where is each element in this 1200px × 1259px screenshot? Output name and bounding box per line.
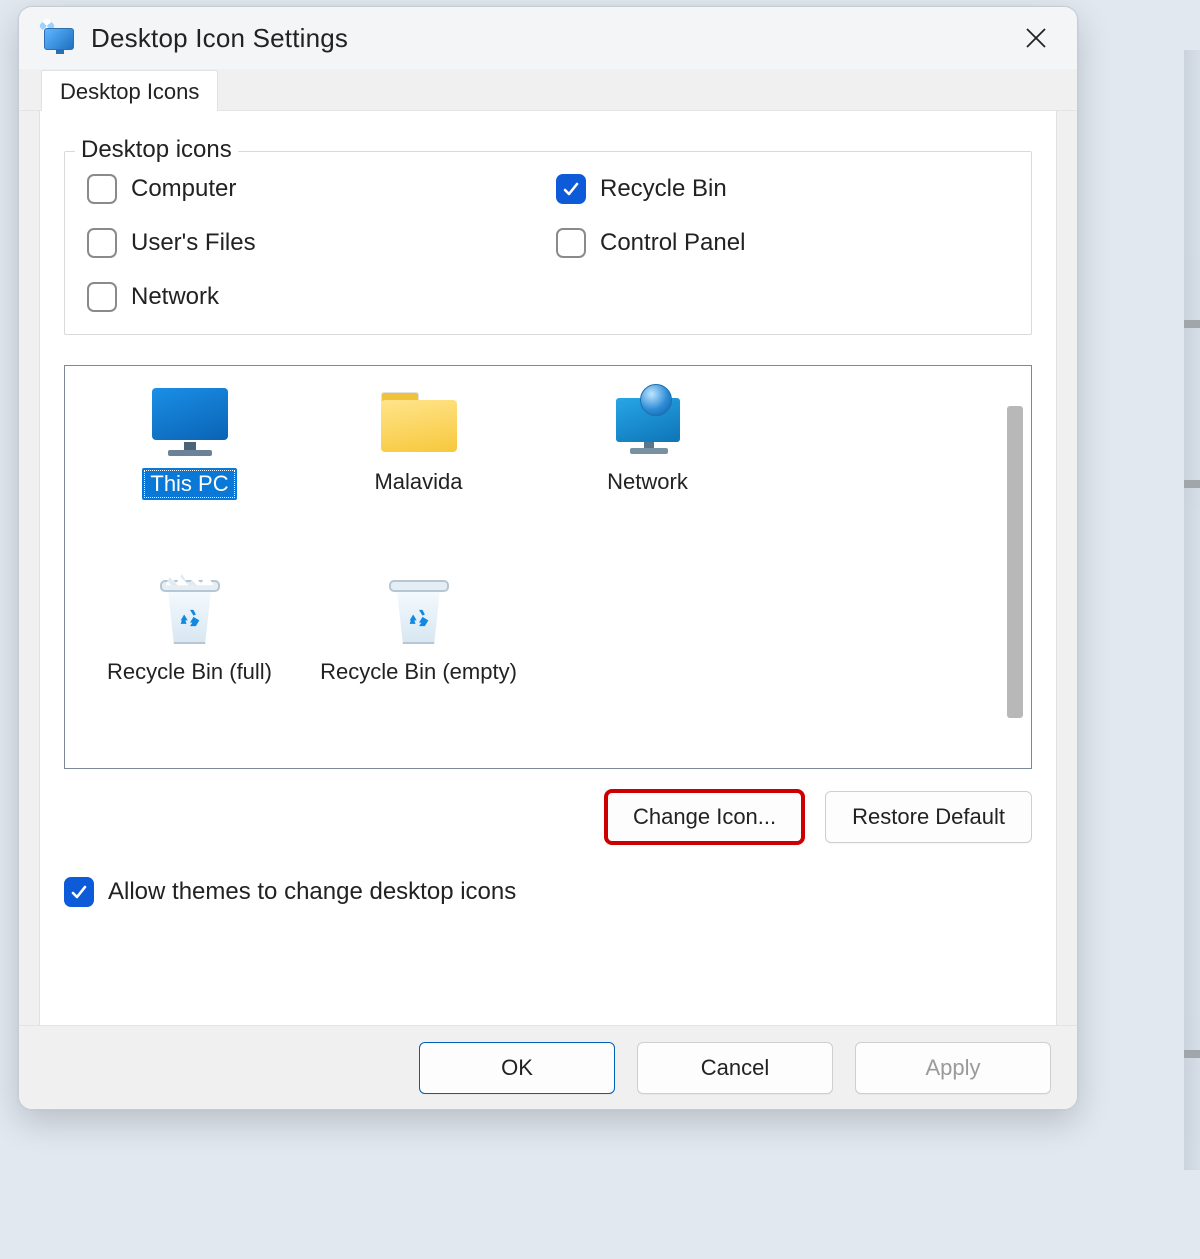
restore-default-button[interactable]: Restore Default bbox=[825, 791, 1032, 843]
icon-list-scrollbar[interactable] bbox=[1007, 406, 1023, 718]
fieldset-legend: Desktop icons bbox=[75, 136, 238, 164]
dialog-button-row: OK Cancel Apply bbox=[19, 1025, 1077, 1109]
icon-list-actions: Change Icon... Restore Default bbox=[64, 791, 1032, 843]
checkbox-allow-themes[interactable]: Allow themes to change desktop icons bbox=[64, 877, 1032, 907]
checkbox-computer[interactable]: Computer bbox=[87, 174, 540, 204]
check-icon bbox=[70, 883, 88, 901]
checkbox-box[interactable] bbox=[556, 228, 586, 258]
dialog-client-area: Desktop Icons Desktop icons Computer bbox=[19, 69, 1077, 1109]
checkbox-control-panel[interactable]: Control Panel bbox=[556, 228, 1009, 258]
checkbox-box[interactable] bbox=[64, 877, 94, 907]
edge-mark bbox=[1184, 1050, 1200, 1058]
close-button[interactable] bbox=[1013, 15, 1059, 61]
window-backdrop-edge bbox=[1184, 50, 1200, 1170]
icon-item-this-pc[interactable]: This PC bbox=[85, 378, 295, 500]
icon-item-user-folder[interactable]: Malavida bbox=[314, 378, 524, 496]
checkbox-label: Recycle Bin bbox=[600, 175, 727, 203]
edge-mark bbox=[1184, 320, 1200, 328]
network-icon bbox=[604, 384, 692, 460]
checkbox-label: User's Files bbox=[131, 229, 256, 257]
icon-item-label: Recycle Bin (empty) bbox=[320, 658, 517, 686]
recycle-bin-empty-icon bbox=[375, 574, 463, 650]
folder-icon bbox=[375, 384, 463, 460]
check-icon bbox=[562, 180, 580, 198]
icon-item-label: Network bbox=[607, 468, 688, 496]
icon-item-label: This PC bbox=[142, 468, 236, 500]
titlebar[interactable]: Desktop Icon Settings bbox=[19, 7, 1077, 69]
desktop-icon-settings-app-icon bbox=[41, 20, 77, 56]
edge-mark bbox=[1184, 480, 1200, 488]
cancel-button[interactable]: Cancel bbox=[637, 1042, 833, 1094]
ok-button[interactable]: OK bbox=[419, 1042, 615, 1094]
desktop-icons-fieldset: Desktop icons Computer Recycle Bin bbox=[64, 151, 1032, 335]
checkbox-box[interactable] bbox=[556, 174, 586, 204]
tab-page: Desktop icons Computer Recycle Bin bbox=[39, 111, 1057, 1109]
close-icon bbox=[1025, 27, 1047, 49]
checkbox-label: Network bbox=[131, 283, 219, 311]
apply-button[interactable]: Apply bbox=[855, 1042, 1051, 1094]
tab-strip: Desktop Icons bbox=[19, 69, 1077, 111]
checkbox-network[interactable]: Network bbox=[87, 282, 540, 312]
icon-item-network[interactable]: Network bbox=[543, 378, 753, 496]
checkbox-box[interactable] bbox=[87, 174, 117, 204]
checkbox-box[interactable] bbox=[87, 228, 117, 258]
checkbox-box[interactable] bbox=[87, 282, 117, 312]
desktop-icons-checkbox-group: Computer Recycle Bin User's Files bbox=[87, 174, 1009, 312]
icon-item-recycle-bin-empty[interactable]: Recycle Bin (empty) bbox=[314, 568, 524, 686]
desktop-icon-settings-dialog: Desktop Icon Settings Desktop Icons Desk… bbox=[18, 6, 1078, 1110]
recycle-bin-full-icon bbox=[146, 574, 234, 650]
change-icon-button[interactable]: Change Icon... bbox=[606, 791, 803, 843]
icon-item-label: Malavida bbox=[374, 468, 462, 496]
icon-item-label: Recycle Bin (full) bbox=[107, 658, 272, 686]
checkbox-label: Allow themes to change desktop icons bbox=[108, 878, 516, 906]
checkbox-users-files[interactable]: User's Files bbox=[87, 228, 540, 258]
checkbox-label: Control Panel bbox=[600, 229, 745, 257]
tab-desktop-icons[interactable]: Desktop Icons bbox=[41, 70, 218, 112]
checkbox-label: Computer bbox=[131, 175, 236, 203]
icon-item-recycle-bin-full[interactable]: Recycle Bin (full) bbox=[85, 568, 295, 686]
icon-grid: This PC Malavida Network bbox=[75, 378, 991, 758]
checkbox-recycle-bin[interactable]: Recycle Bin bbox=[556, 174, 1009, 204]
icon-preview-list[interactable]: This PC Malavida Network bbox=[64, 365, 1032, 769]
this-pc-icon bbox=[146, 384, 234, 460]
window-title: Desktop Icon Settings bbox=[91, 23, 1013, 54]
